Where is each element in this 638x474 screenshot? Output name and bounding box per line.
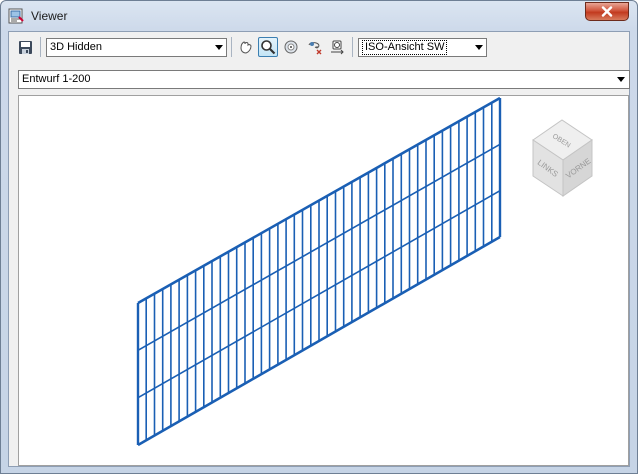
zoom-button[interactable]	[258, 37, 278, 57]
toolbar-separator	[231, 37, 232, 57]
scale-select[interactable]: Entwurf 1-200	[18, 70, 630, 89]
chevron-down-icon	[617, 77, 625, 82]
title-bar[interactable]: Viewer	[1, 1, 637, 31]
model-canvas[interactable]: OBEN LINKS VORNE	[19, 96, 629, 466]
viewer-toolbar: 3D Hidden ISO-Ansicht SW	[9, 32, 629, 62]
orbit-icon	[284, 40, 298, 54]
visual-style-value: 3D Hidden	[50, 41, 102, 53]
pan-icon	[240, 41, 252, 54]
pan-button[interactable]	[235, 37, 255, 57]
orbit-button[interactable]	[281, 37, 301, 57]
viewcube[interactable]: OBEN LINKS VORNE	[532, 119, 593, 197]
save-icon	[18, 40, 32, 54]
save-button[interactable]	[15, 37, 35, 57]
view-direction-select[interactable]: ISO-Ansicht SW	[358, 38, 487, 57]
viewer-app-icon	[8, 8, 24, 24]
close-button[interactable]	[585, 2, 629, 21]
chevron-down-icon	[215, 45, 223, 50]
viewer-window: Viewer 3D Hidden ISO-Ansicht SW Entwurf …	[0, 0, 638, 474]
scale-value: Entwurf 1-200	[22, 73, 91, 85]
chevron-down-icon	[475, 45, 483, 50]
camera-icon	[330, 40, 344, 55]
model-viewport[interactable]: OBEN LINKS VORNE	[18, 95, 629, 466]
fence-panel-model	[136, 96, 502, 447]
toolbar-separator	[352, 37, 353, 57]
window-title: Viewer	[31, 9, 68, 23]
close-icon	[601, 6, 613, 17]
zoom-extents-button[interactable]	[304, 37, 324, 57]
camera-button[interactable]	[327, 37, 347, 57]
visual-style-select[interactable]: 3D Hidden	[46, 38, 227, 57]
zoom-extents-icon	[308, 42, 321, 55]
toolbar-separator	[40, 37, 41, 57]
view-direction-value: ISO-Ansicht SW	[362, 40, 448, 55]
zoom-icon	[261, 40, 276, 55]
viewer-client-area: 3D Hidden ISO-Ansicht SW Entwurf 1-200 O…	[8, 31, 630, 467]
